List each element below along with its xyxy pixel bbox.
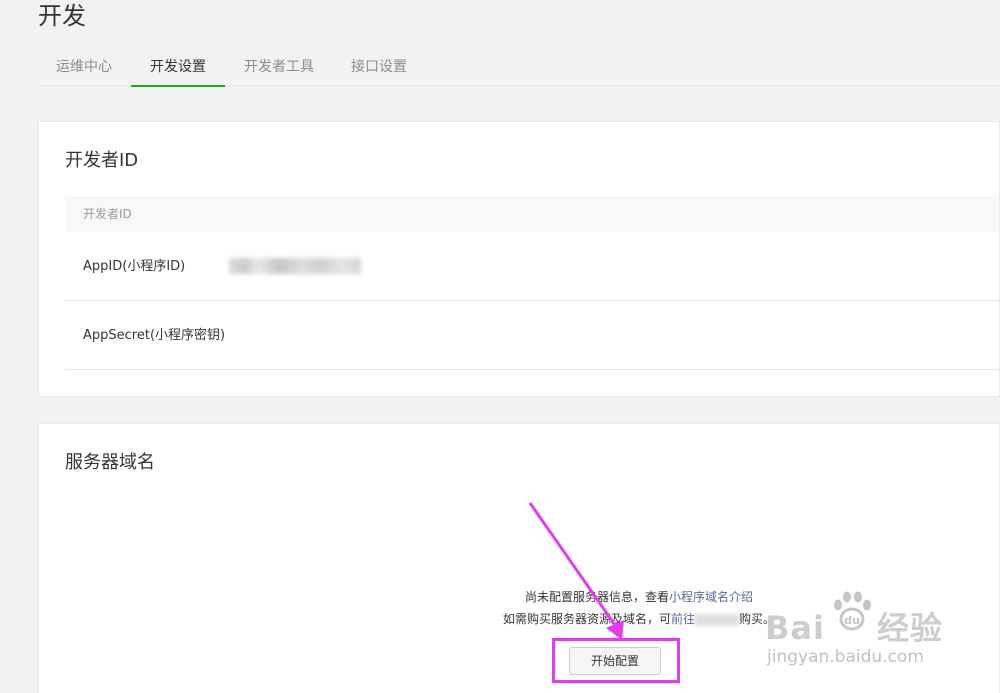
empty-message-line2: 如需购买服务器资源及域名，可前往 购买。: [439, 609, 839, 629]
message-line2-text: 如需购买服务器资源及域名，可: [502, 612, 671, 626]
server-domain-card: 服务器域名 尚未配置服务器信息，查看小程序域名介绍 如需购买服务器资源及域名，可…: [38, 423, 1000, 693]
page-title: 开发: [38, 2, 86, 30]
redacted-text: [695, 613, 739, 626]
tab-dev-settings[interactable]: 开发设置: [131, 52, 225, 87]
server-domain-title: 服务器域名: [65, 452, 155, 473]
developer-id-card: 开发者ID 开发者ID AppID(小程序ID) AppSecret(小程序密钥…: [38, 121, 1000, 397]
domain-intro-link[interactable]: 小程序域名介绍: [669, 590, 753, 604]
appsecret-label: AppSecret(小程序密钥): [83, 328, 226, 343]
appid-label: AppID(小程序ID): [83, 259, 186, 274]
purchase-link[interactable]: 前往: [671, 612, 695, 626]
message-line2-suffix: 购买。: [739, 612, 776, 626]
developer-id-title: 开发者ID: [65, 150, 139, 171]
start-config-button[interactable]: 开始配置: [569, 647, 661, 675]
tab-bar: 运维中心 开发设置 开发者工具 接口设置: [38, 52, 1000, 87]
tab-ops-center[interactable]: 运维中心: [38, 52, 130, 86]
appid-value-redacted: [229, 258, 361, 274]
empty-message-line1: 尚未配置服务器信息，查看小程序域名介绍: [439, 587, 839, 607]
tab-api-settings[interactable]: 接口设置: [336, 52, 422, 86]
appsecret-row: AppSecret(小程序密钥): [65, 301, 999, 370]
tab-dev-tools[interactable]: 开发者工具: [234, 52, 324, 86]
message-line1-text: 尚未配置服务器信息，查看: [524, 590, 669, 604]
developer-id-table-header: 开发者ID: [65, 196, 999, 232]
appid-row: AppID(小程序ID): [65, 232, 999, 301]
